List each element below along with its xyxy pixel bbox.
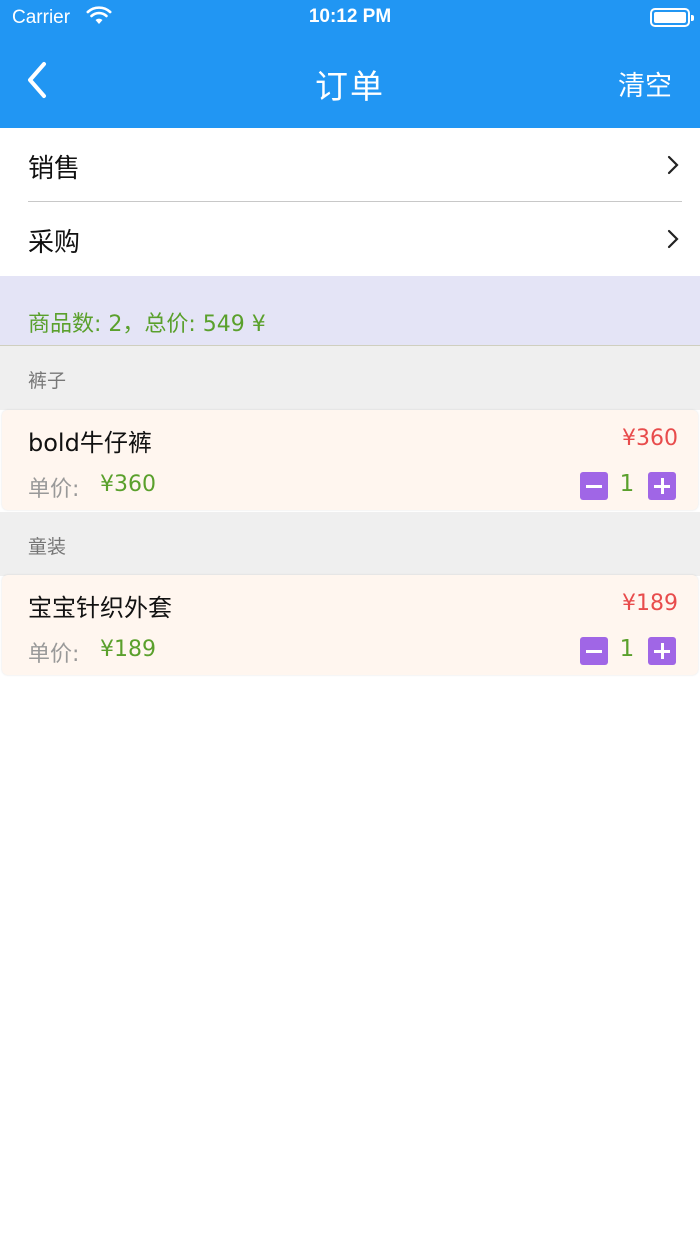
- item-total-price: ¥189: [622, 591, 678, 616]
- menu-item-label: 销售: [28, 154, 81, 184]
- order-type-menu: 销售 采购: [0, 128, 700, 276]
- unit-price-label: 单价:: [28, 642, 80, 667]
- menu-item-label: 采购: [28, 228, 81, 258]
- page-title: 订单: [315, 67, 385, 106]
- unit-price-label: 单价:: [28, 477, 80, 502]
- increase-quantity-button[interactable]: [648, 472, 676, 500]
- chevron-right-icon: [667, 155, 679, 175]
- item-total-price: ¥360: [622, 426, 678, 451]
- order-summary: 商品数: 2，总价: 549 ¥: [0, 276, 700, 346]
- category-label: 童装: [28, 536, 67, 558]
- item-name: bold牛仔裤: [28, 429, 152, 457]
- category-header: 童装: [0, 512, 700, 576]
- decrease-quantity-button[interactable]: [580, 637, 608, 665]
- item-name: 宝宝针织外套: [28, 594, 172, 622]
- quantity-value: 1: [619, 636, 635, 662]
- decrease-quantity-button[interactable]: [580, 472, 608, 500]
- category-label: 裤子: [28, 370, 67, 392]
- unit-price-value: ¥189: [100, 637, 156, 662]
- category-header: 裤子: [0, 346, 700, 410]
- clear-button[interactable]: 清空: [618, 64, 672, 103]
- menu-item-sales[interactable]: 销售: [0, 128, 700, 202]
- quantity-value: 1: [619, 471, 635, 497]
- battery-icon: [650, 8, 694, 27]
- increase-quantity-button[interactable]: [648, 637, 676, 665]
- menu-item-purchase[interactable]: 采购: [0, 202, 700, 276]
- cart-item: 宝宝针织外套 ¥189 单价: ¥189 1: [2, 575, 698, 675]
- cart-item: bold牛仔裤 ¥360 单价: ¥360 1: [2, 410, 698, 510]
- summary-text: 商品数: 2，总价: 549 ¥: [28, 312, 266, 337]
- chevron-right-icon: [667, 229, 679, 249]
- unit-price-value: ¥360: [100, 472, 156, 497]
- clock: 10:12 PM: [308, 6, 392, 27]
- status-bar: Carrier 10:12 PM: [0, 0, 700, 36]
- nav-bar: Carrier 10:12 PM 订单 清空: [0, 0, 700, 128]
